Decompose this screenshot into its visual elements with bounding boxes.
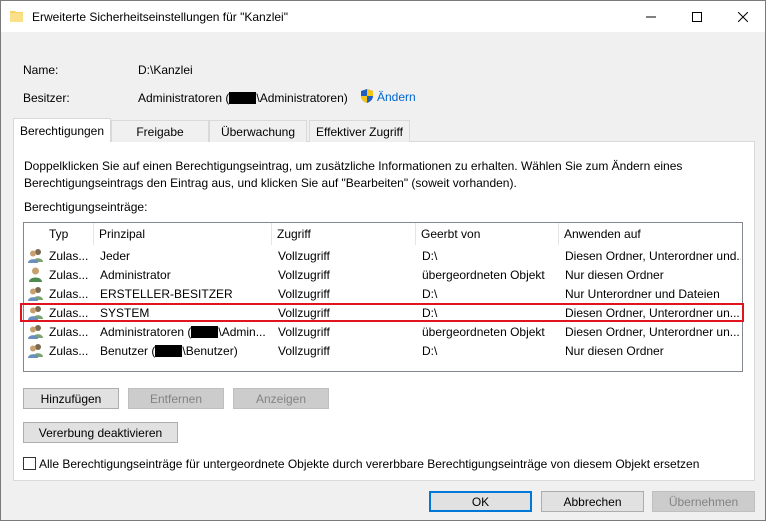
cell-principal: Administratoren ( \Admin...: [100, 322, 270, 341]
disable-inheritance-button[interactable]: Vererbung deaktivieren: [23, 422, 178, 443]
window-title: Erweiterte Sicherheitseinstellungen für …: [32, 10, 288, 24]
cell-applies-to: Diesen Ordner, Unterordner und...: [565, 248, 741, 263]
cell-principal: Jeder: [100, 248, 131, 263]
close-button[interactable]: [720, 1, 766, 32]
cell-applies-to: Diesen Ordner, Unterordner un...: [565, 305, 740, 320]
cell-inherited-from: übergeordneten Objekt: [422, 267, 545, 282]
cell-inherited-from: D:\: [422, 286, 438, 301]
user-icon: [29, 267, 42, 282]
cell-type: Zulas...: [49, 305, 89, 320]
table-row[interactable]: Zulas... Jeder Vollzugriff D:\ Diesen Or…: [24, 246, 742, 265]
table-row[interactable]: Zulas... Administratoren ( \Admin... Voll…: [24, 322, 742, 341]
table-row[interactable]: Zulas... Administrator Vollzugriff überg…: [24, 265, 742, 284]
entries-label: Berechtigungseinträge:: [24, 200, 148, 214]
column-header-inherited-from[interactable]: Geerbt von: [416, 223, 559, 245]
table-row[interactable]: Zulas... ERSTELLER-BESITZER Vollzugriff …: [24, 284, 742, 303]
group-icon: [28, 287, 43, 301]
cell-type: Zulas...: [49, 324, 89, 339]
cell-inherited-from: D:\: [422, 343, 438, 358]
column-header-access[interactable]: Zugriff: [272, 223, 416, 245]
tab-sharing[interactable]: Freigabe: [111, 120, 209, 142]
principal-prefix: Administratoren (: [100, 324, 192, 339]
table-row-selected[interactable]: Zulas... SYSTEM Vollzugriff D:\ Diesen O…: [24, 303, 742, 322]
cell-principal: ERSTELLER-BESITZER: [100, 286, 233, 301]
folder-icon: [10, 11, 23, 22]
cell-type: Zulas...: [49, 286, 89, 301]
uac-shield-icon: [361, 89, 373, 103]
owner-prefix: Administratoren (: [138, 91, 230, 105]
advanced-security-window: Erweiterte Sicherheitseinstellungen für …: [0, 0, 766, 521]
column-header-principal[interactable]: Prinzipal: [94, 223, 272, 245]
group-icon: [28, 325, 43, 339]
group-icon: [28, 344, 43, 358]
cell-access: Vollzugriff: [278, 305, 330, 320]
tab-permissions[interactable]: Berechtigungen: [13, 118, 111, 142]
name-value: D:\Kanzlei: [138, 63, 193, 77]
add-button[interactable]: Hinzufügen: [23, 388, 119, 409]
cancel-button[interactable]: Abbrechen: [541, 491, 644, 512]
tab-label: Berechtigungen: [19, 123, 105, 138]
tab-effective-access[interactable]: Effektiver Zugriff: [309, 120, 410, 142]
ok-button[interactable]: OK: [429, 491, 532, 512]
name-label: Name:: [23, 63, 59, 77]
cell-access: Vollzugriff: [278, 324, 330, 339]
tab-label: Effektiver Zugriff: [316, 124, 403, 139]
cell-inherited-from: D:\: [422, 248, 438, 263]
cell-access: Vollzugriff: [278, 267, 330, 282]
cell-applies-to: Nur diesen Ordner: [565, 343, 664, 358]
view-button[interactable]: Anzeigen: [233, 388, 329, 409]
table-row[interactable]: Zulas... Benutzer ( \Benutzer) Vollzugrif…: [24, 341, 742, 360]
remove-button[interactable]: Entfernen: [128, 388, 224, 409]
owner-value: Administratoren ( \Administratoren): [138, 91, 348, 105]
permission-entries-list[interactable]: Typ Prinzipal Zugriff Geerbt von Anwende…: [23, 222, 743, 372]
cell-type: Zulas...: [49, 343, 89, 358]
cell-type: Zulas...: [49, 248, 89, 263]
column-header-type[interactable]: Typ: [44, 223, 94, 245]
instructions-text: Doppelklicken Sie auf einen Berechtigung…: [24, 159, 683, 190]
cell-inherited-from: D:\: [422, 305, 438, 320]
owner-suffix: \Administratoren): [256, 91, 348, 105]
cell-principal: Administrator: [100, 267, 171, 282]
cell-principal: Benutzer ( \Benutzer): [100, 341, 270, 360]
principal-suffix: \Admin...: [218, 324, 266, 339]
principal-prefix: Benutzer (: [100, 343, 156, 358]
list-header: Typ Prinzipal Zugriff Geerbt von Anwende…: [24, 223, 742, 245]
owner-label: Besitzer:: [23, 91, 70, 105]
cell-applies-to: Nur diesen Ordner: [565, 267, 664, 282]
change-owner-link[interactable]: Ändern: [377, 90, 416, 104]
title-bar: Erweiterte Sicherheitseinstellungen für …: [1, 1, 765, 32]
maximize-button[interactable]: [674, 1, 720, 32]
group-icon: [28, 249, 43, 263]
redaction-bar: [191, 325, 219, 338]
cell-access: Vollzugriff: [278, 248, 330, 263]
redaction-bar: [229, 92, 257, 104]
cell-access: Vollzugriff: [278, 343, 330, 358]
group-icon: [28, 306, 43, 320]
cell-inherited-from: übergeordneten Objekt: [422, 324, 545, 339]
minimize-button[interactable]: [628, 1, 674, 32]
minimize-icon: [646, 16, 656, 17]
cell-type: Zulas...: [49, 267, 89, 282]
redaction-bar: [155, 344, 183, 357]
tab-label: Freigabe: [136, 124, 184, 139]
column-header-applies-to[interactable]: Anwenden auf: [559, 223, 742, 245]
tab-auditing[interactable]: Überwachung: [209, 120, 307, 142]
maximize-icon: [692, 11, 702, 22]
cell-applies-to: Nur Unterordner und Dateien: [565, 286, 720, 301]
tab-label: Überwachung: [220, 124, 296, 139]
replace-child-permissions-label: Alle Berechtigungseinträge für untergeor…: [39, 457, 700, 471]
replace-child-permissions-checkbox[interactable]: [23, 457, 36, 470]
cell-principal: SYSTEM: [100, 305, 150, 320]
apply-button[interactable]: Übernehmen: [652, 491, 755, 512]
cell-access: Vollzugriff: [278, 286, 330, 301]
principal-suffix: \Benutzer): [182, 343, 238, 358]
cell-applies-to: Diesen Ordner, Unterordner un...: [565, 324, 740, 339]
close-icon: [738, 11, 748, 22]
